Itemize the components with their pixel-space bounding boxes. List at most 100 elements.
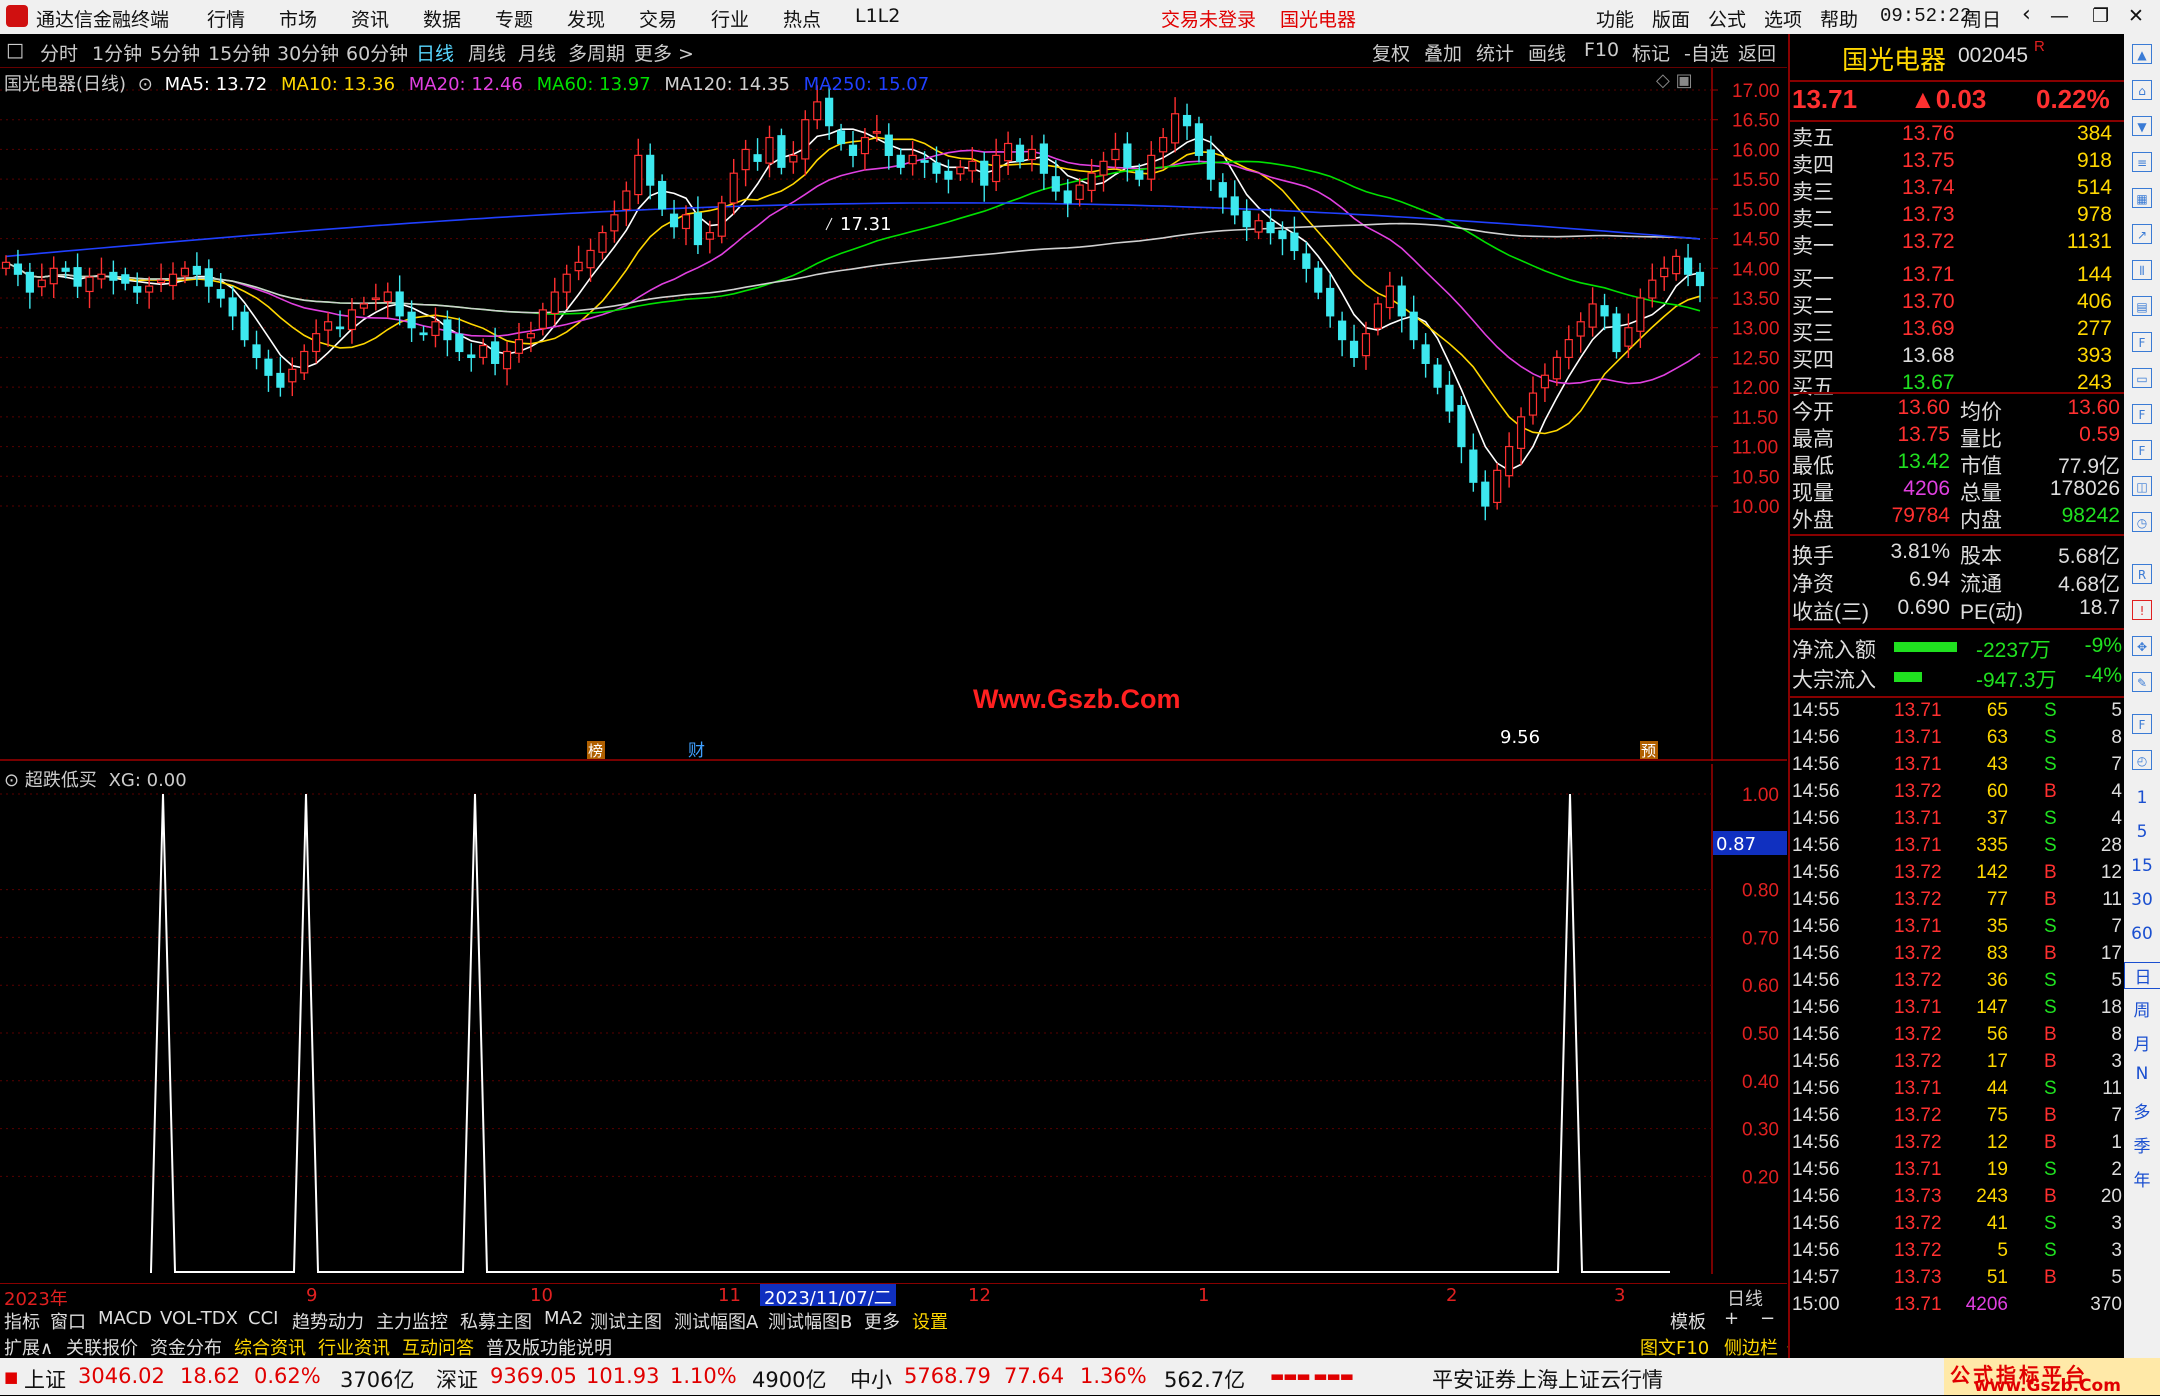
bid-level-row[interactable]: 买一 13.71 144 (1790, 263, 2126, 291)
ask-level-row[interactable]: 卖五 13.76 384 (1790, 122, 2126, 150)
bid-level-row[interactable]: 买三 13.69 277 (1790, 317, 2126, 345)
add-window-button[interactable]: + (1724, 1308, 1739, 1329)
login-status[interactable]: 交易未登录 (1161, 5, 1256, 32)
remove-window-button[interactable]: − (1760, 1308, 1775, 1329)
candlestick-chart[interactable]: 17.00 16.50 16.00 15.50 15.00 14.50 14.00 13.50… (0, 68, 1787, 761)
period-tab[interactable]: 5分钟 (150, 39, 200, 66)
tool-button[interactable]: 统计 (1476, 39, 1514, 66)
ask-level-row[interactable]: 卖一 13.72 1131 (1790, 230, 2126, 258)
pen-icon[interactable]: ✎ (2132, 672, 2152, 692)
tab-vol-tdx[interactable]: VOL-TDX (160, 1308, 238, 1329)
ask-level-row[interactable]: 卖二 13.73 978 (1790, 203, 2126, 231)
menu-item[interactable]: 数据 (423, 5, 461, 32)
tab-private-main[interactable]: 私募主图 (460, 1308, 532, 1334)
tab-more[interactable]: 更多 (864, 1308, 900, 1334)
kline-icon[interactable]: ⫴ (2132, 260, 2152, 280)
period-tab[interactable]: 30分钟 (277, 39, 339, 66)
period-multi[interactable]: 多 (2124, 1098, 2160, 1123)
list-icon[interactable]: ≡ (2132, 152, 2152, 172)
minute-30[interactable]: 30 (2124, 890, 2160, 910)
indicator-collapse-icon[interactable]: ⊙ (4, 770, 19, 791)
chart-window-controls[interactable]: ◇ ▣ (1656, 70, 1693, 91)
tab-settings[interactable]: 设置 (912, 1308, 948, 1334)
menu-item[interactable]: 市场 (279, 5, 317, 32)
tab-window[interactable]: 窗口 (50, 1308, 86, 1334)
menu-item[interactable]: 交易 (639, 5, 677, 32)
indicator-chart[interactable]: 1.00 0.80 0.70 0.60 0.50 0.40 0.30 0.20 0.87 (0, 764, 1787, 1274)
move-icon[interactable]: ✥ (2132, 636, 2152, 656)
tab-industry-news[interactable]: 行业资讯 (318, 1334, 390, 1360)
period-more[interactable]: 更多 > (634, 39, 694, 66)
minute-1[interactable]: 1 (2124, 788, 2160, 808)
tool-button[interactable]: 复权 (1372, 39, 1410, 66)
rsi-icon[interactable]: R (2132, 564, 2152, 584)
chart-options-icon[interactable]: □ (6, 39, 24, 61)
tab-trend[interactable]: 趋势动力 (292, 1308, 364, 1334)
indicator-title[interactable]: 超跌低买 (25, 770, 97, 791)
close-icon[interactable]: ✕ (2128, 5, 2144, 27)
tab-test-b[interactable]: 测试幅图B (768, 1308, 852, 1334)
tool-button[interactable]: 标记 (1632, 39, 1670, 66)
tab-qa[interactable]: 互动问答 (402, 1334, 474, 1360)
minimize-icon[interactable]: — (2050, 5, 2069, 27)
menu-item[interactable]: 专题 (495, 5, 533, 32)
tool-button[interactable]: 叠加 (1424, 39, 1462, 66)
table-icon[interactable]: ▤ (2132, 296, 2152, 316)
menu-options[interactable]: 选项 (1764, 5, 1802, 32)
clock-icon[interactable]: ◷ (2132, 512, 2152, 532)
menu-item[interactable]: L1L2 (855, 5, 900, 27)
restore-icon[interactable]: ❐ (2092, 5, 2109, 27)
f1-icon[interactable]: F (2132, 404, 2152, 424)
minute-5[interactable]: 5 (2124, 822, 2160, 842)
period-day[interactable]: 日 (2124, 962, 2160, 989)
f2-icon[interactable]: F (2132, 440, 2152, 460)
bid-level-row[interactable]: 买四 13.68 393 (1790, 344, 2126, 372)
tab-macd[interactable]: MACD (98, 1308, 152, 1329)
home-icon[interactable]: ⌂ (2132, 80, 2152, 100)
sidebar-toggle[interactable]: 侧边栏《 (1724, 1334, 1796, 1360)
period-week[interactable]: 周 (2124, 996, 2160, 1021)
tab-cci[interactable]: CCI (248, 1308, 278, 1329)
fs-icon[interactable]: F (2132, 714, 2152, 734)
period-tab-selected[interactable]: 日线 (416, 39, 454, 66)
tab-test-a[interactable]: 测试幅图A (674, 1308, 758, 1334)
ask-level-row[interactable]: 卖三 13.74 514 (1790, 176, 2126, 204)
zx-label[interactable]: 中小 (850, 1364, 892, 1394)
down-icon[interactable]: ▼ (2132, 116, 2152, 136)
period-tab[interactable]: 多周期 (568, 39, 625, 66)
menu-item[interactable]: 行情 (207, 5, 245, 32)
grid-icon[interactable]: ▦ (2132, 188, 2152, 208)
trend-icon[interactable]: ↗ (2132, 224, 2152, 244)
back-arrow-icon[interactable]: ‹ (2022, 2, 2031, 27)
tab-indicator[interactable]: 指标 (4, 1308, 40, 1334)
menu-layout[interactable]: 版面 (1652, 5, 1690, 32)
collapse-icon[interactable]: ⊙ (138, 74, 153, 95)
ask-level-row[interactable]: 卖四 13.75 918 (1790, 149, 2126, 177)
tab-test-main[interactable]: 测试主图 (590, 1308, 662, 1334)
template-button[interactable]: 模板 (1670, 1308, 1706, 1334)
menu-item[interactable]: 行业 (711, 5, 749, 32)
period-tab[interactable]: 15分钟 (208, 39, 270, 66)
period-year[interactable]: 年 (2124, 1166, 2160, 1191)
menu-item[interactable]: 发现 (567, 5, 605, 32)
period-month[interactable]: 月 (2124, 1030, 2160, 1055)
f10-icon[interactable]: F (2132, 332, 2152, 352)
chart-icon[interactable]: ◫ (2132, 476, 2152, 496)
period-tab[interactable]: 周线 (468, 39, 506, 66)
period-tab[interactable]: 分时 (40, 39, 78, 66)
tab-ma2[interactable]: MA2 (544, 1308, 583, 1329)
menu-item[interactable]: 资讯 (351, 5, 389, 32)
doc-icon[interactable]: ▭ (2132, 368, 2152, 388)
period-season[interactable]: 季 (2124, 1132, 2160, 1157)
tab-help[interactable]: 普及版功能说明 (486, 1334, 612, 1360)
bid-level-row[interactable]: 买二 13.70 406 (1790, 290, 2126, 318)
minute-60[interactable]: 60 (2124, 924, 2160, 944)
menu-function[interactable]: 功能 (1596, 5, 1634, 32)
one-minute-icon[interactable]: ◴ (2132, 750, 2152, 770)
menu-formula[interactable]: 公式 (1708, 5, 1746, 32)
alert-icon[interactable]: ! (2132, 600, 2152, 620)
tab-fund-distribution[interactable]: 资金分布 (150, 1334, 222, 1360)
tool-button[interactable]: 画线 (1528, 39, 1566, 66)
tab-main-monitor[interactable]: 主力监控 (376, 1308, 448, 1334)
tab-news[interactable]: 综合资讯 (234, 1334, 306, 1360)
